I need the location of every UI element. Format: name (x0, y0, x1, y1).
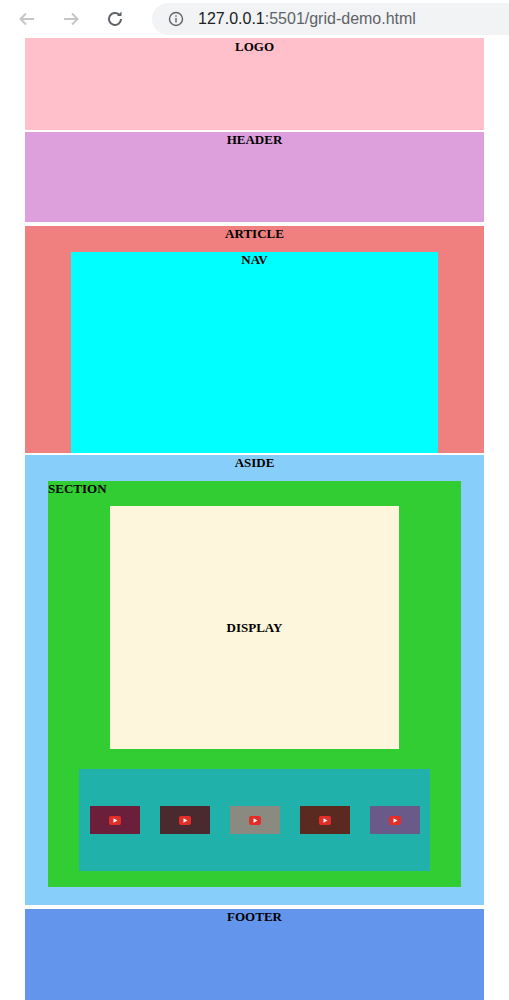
reload-icon (106, 10, 124, 28)
play-icon (249, 816, 261, 825)
browser-window: 127.0.0.1:5501/grid-demo.html LOGO HEADER A… (0, 0, 509, 1000)
browser-toolbar: 127.0.0.1:5501/grid-demo.html (0, 0, 509, 38)
display-label: DISPLAY (227, 620, 283, 636)
article-label: ARTICLE (25, 226, 484, 242)
info-icon (168, 11, 184, 27)
thumbnail-strip (79, 769, 430, 871)
article-area: ARTICLE NAV (25, 226, 484, 453)
nav-label: NAV (71, 252, 438, 268)
play-icon (109, 816, 121, 825)
aside-label: ASIDE (48, 455, 461, 471)
video-thumbnail[interactable] (370, 806, 420, 834)
play-icon (319, 816, 331, 825)
page: LOGO HEADER ARTICLE NAV ASIDE SECTION DISPLAY F… (0, 38, 509, 1000)
video-thumbnail[interactable] (90, 806, 140, 834)
back-arrow-icon (18, 10, 36, 28)
display-area: DISPLAY (110, 506, 399, 749)
header-area: HEADER (25, 132, 484, 222)
video-thumbnail[interactable] (300, 806, 350, 834)
video-thumbnail[interactable] (160, 806, 210, 834)
header-label: HEADER (25, 132, 484, 148)
video-thumbnail[interactable] (230, 806, 280, 834)
back-button (18, 10, 36, 28)
address-bar[interactable]: 127.0.0.1:5501/grid-demo.html (152, 3, 509, 35)
footer-area: FOOTER (25, 909, 484, 1000)
forward-button (62, 10, 80, 28)
url-text: 127.0.0.1:5501/grid-demo.html (198, 10, 416, 28)
section-label: SECTION (48, 481, 461, 497)
footer-label: FOOTER (25, 909, 484, 925)
nav-area: NAV (71, 252, 438, 453)
reload-button[interactable] (106, 10, 124, 28)
section-area: SECTION DISPLAY (48, 481, 461, 887)
logo-label: LOGO (25, 39, 484, 55)
play-icon (179, 816, 191, 825)
play-icon (389, 816, 401, 825)
forward-arrow-icon (62, 10, 80, 28)
aside-area: ASIDE SECTION DISPLAY (25, 455, 484, 905)
logo-area: LOGO (25, 38, 484, 130)
